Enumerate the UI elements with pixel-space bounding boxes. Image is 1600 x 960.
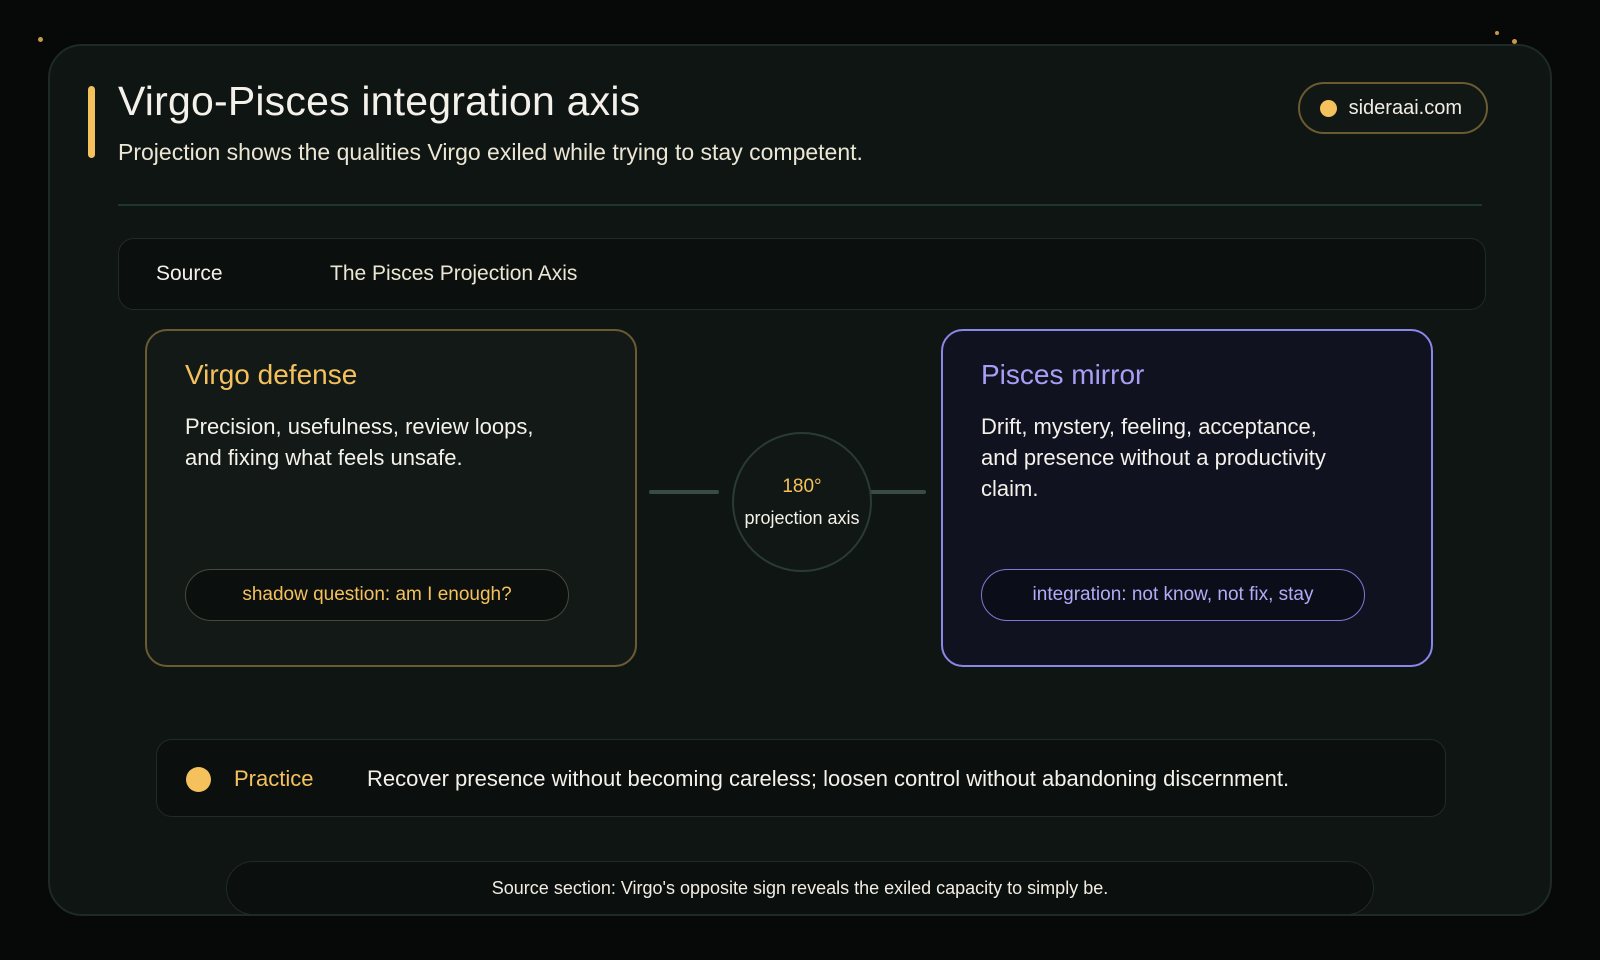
page-subtitle: Projection shows the qualities Virgo exi… <box>118 139 863 165</box>
source-value: The Pisces Projection Axis <box>330 262 578 285</box>
decorative-dot <box>38 37 43 42</box>
pisces-panel-title: Pisces mirror <box>981 359 1145 390</box>
projection-axis-node: 180° projection axis <box>732 432 872 572</box>
header-divider <box>118 204 1482 206</box>
virgo-defense-panel: Virgo defense Precision, usefulness, rev… <box>145 329 637 667</box>
virgo-panel-title: Virgo defense <box>185 359 358 390</box>
badge-dot-icon <box>1319 99 1337 117</box>
practice-dot-icon <box>186 767 211 792</box>
practice-text: Recover presence without becoming carele… <box>367 766 1290 791</box>
pisces-mirror-panel: Pisces mirror Drift, mystery, feeling, a… <box>941 329 1433 667</box>
page-title: Virgo-Pisces integration axis <box>118 78 641 124</box>
diagram-card: Virgo-Pisces integration axis Projection… <box>48 44 1552 916</box>
site-badge-label: sideraai.com <box>1348 96 1462 119</box>
title-accent-bar <box>88 86 95 158</box>
site-badge[interactable]: sideraai.com <box>1297 82 1488 134</box>
axis-line-left <box>649 490 719 494</box>
integration-pill: integration: not know, not fix, stay <box>981 569 1365 621</box>
source-row: Source The Pisces Projection Axis <box>118 238 1486 310</box>
source-section-footer: Source section: Virgo's opposite sign re… <box>226 861 1374 915</box>
pisces-panel-body: Drift, mystery, feeling, acceptance, and… <box>981 414 1326 501</box>
decorative-dot <box>1495 31 1499 35</box>
virgo-panel-body: Precision, usefulness, review loops, and… <box>185 414 534 470</box>
practice-row: Practice Recover presence without becomi… <box>156 739 1446 817</box>
shadow-question-pill: shadow question: am I enough? <box>185 569 569 621</box>
practice-label: Practice <box>234 766 314 791</box>
axis-label: projection axis <box>744 507 860 528</box>
axis-degrees: 180° <box>782 475 822 497</box>
source-label: Source <box>156 262 223 285</box>
